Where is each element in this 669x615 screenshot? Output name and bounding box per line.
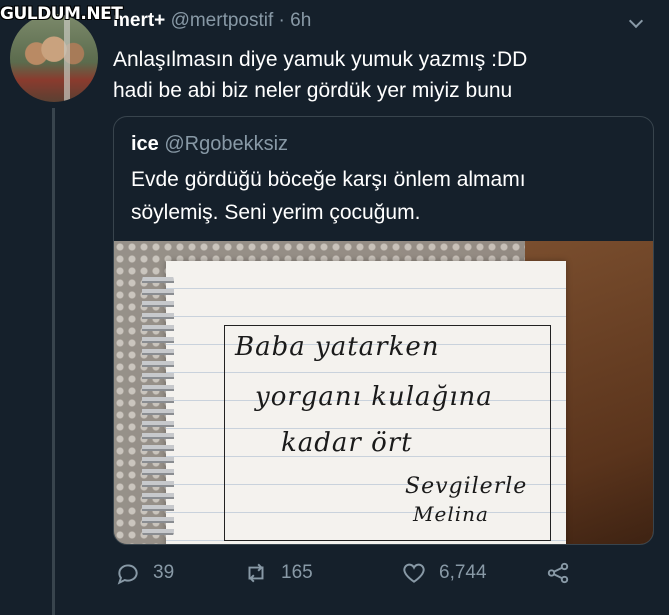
reply-count: 39 [153, 562, 175, 583]
notebook-spiral [142, 271, 174, 541]
note-line-4: Sevgilerle [405, 474, 528, 499]
thread-line [52, 108, 55, 615]
tweet-time[interactable]: 6h [290, 10, 311, 31]
quoted-tweet[interactable]: ice @Rgobekksiz Evde gördüğü böceğe karş… [113, 116, 654, 545]
note-line-2: yorganı kulağına [255, 382, 493, 412]
retweet-count: 165 [281, 562, 313, 583]
note-line-3: kadar ört [281, 428, 413, 458]
like-button[interactable]: 6,744 [401, 560, 487, 586]
note-line-5: Melina [413, 502, 489, 526]
quoted-tweet-header: ice @Rgobekksiz [131, 133, 288, 156]
note-line-1: Baba yatarken [235, 332, 440, 362]
reply-icon [117, 564, 138, 585]
like-count: 6,744 [439, 562, 487, 583]
handwritten-note: Baba yatarken yorganı kulağına kadar ört… [224, 325, 551, 541]
tweet-actions: 39 165 6,744 [113, 560, 583, 592]
quoted-author-name: ice [131, 133, 159, 155]
watermark-text: GULDUM.NET [0, 4, 123, 24]
retweet-icon [248, 563, 264, 583]
quoted-author-handle: @Rgobekksiz [164, 133, 289, 155]
tweet-header: mert+ @mertpostif · 6h [113, 10, 311, 32]
share-button[interactable] [545, 560, 571, 586]
reply-button[interactable]: 39 [115, 560, 174, 586]
retweet-button[interactable]: 165 [243, 560, 313, 586]
separator-dot: · [278, 10, 285, 31]
quoted-tweet-text: Evde gördüğü böceğe karşı önlem almamı s… [131, 168, 526, 224]
share-icon [547, 562, 569, 584]
chevron-down-icon[interactable] [628, 13, 644, 29]
quoted-tweet-photo[interactable]: Baba yatarken yorganı kulağına kadar ört… [114, 241, 653, 544]
avatar[interactable] [10, 14, 98, 102]
author-handle[interactable]: @mertpostif [171, 10, 274, 31]
heart-icon [403, 563, 425, 583]
tweet-text: Anlaşılmasın diye yamuk yumuk yazmış :DD… [113, 48, 528, 102]
